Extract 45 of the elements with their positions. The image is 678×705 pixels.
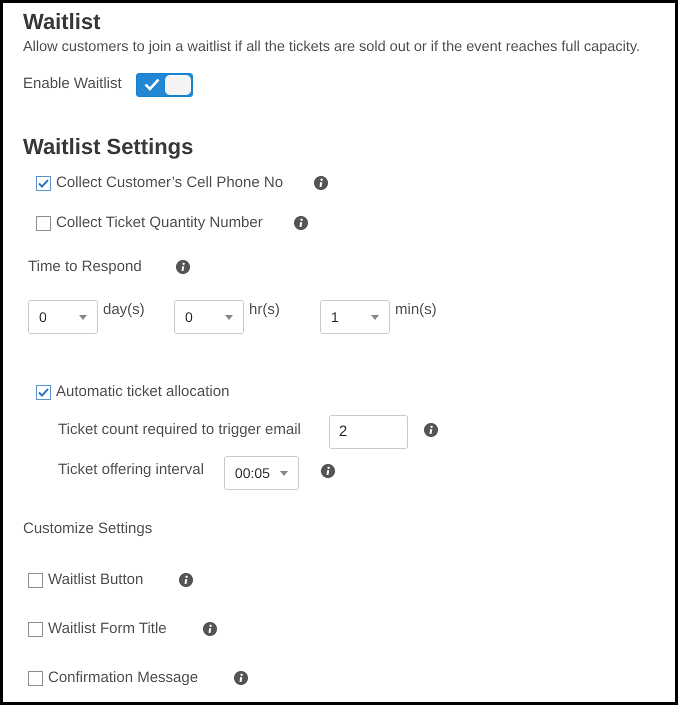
info-icon[interactable] <box>179 573 194 587</box>
check-icon <box>38 388 49 396</box>
section-title: Waitlist <box>23 10 100 34</box>
dropdown[interactable]: 00:05 <box>224 456 299 490</box>
checkbox-label: Confirmation Message <box>48 668 198 688</box>
field-label: Ticket offering interval <box>58 460 204 480</box>
caret-icon <box>280 470 288 476</box>
field-label: Ticket count required to trigger email <box>58 420 301 440</box>
caret-icon <box>79 314 87 320</box>
toggle-switch[interactable] <box>136 72 193 96</box>
dropdown[interactable]: 1 <box>320 300 390 334</box>
info-icon[interactable] <box>314 176 328 190</box>
checkbox[interactable] <box>28 622 43 636</box>
unit-label: hr(s) <box>249 301 280 319</box>
checkbox-label: Collect Customer’s Cell Phone No <box>56 172 284 193</box>
info-icon[interactable] <box>176 260 190 274</box>
dropdown[interactable]: 0 <box>28 300 98 334</box>
caret-icon <box>371 314 379 320</box>
info-icon[interactable] <box>202 622 217 636</box>
field-label: Time to Respond <box>28 256 142 277</box>
checkbox[interactable] <box>36 176 51 190</box>
toggle-knob <box>164 74 191 94</box>
info-icon[interactable] <box>234 671 248 685</box>
checkbox[interactable] <box>28 670 43 686</box>
info-icon[interactable] <box>294 216 308 230</box>
checkbox[interactable] <box>28 572 43 588</box>
checkbox[interactable] <box>36 216 51 230</box>
section-heading: Waitlist Settings <box>23 135 194 159</box>
unit-label: min(s) <box>395 301 437 319</box>
checkbox-label: Waitlist Button <box>48 570 144 590</box>
section-subheading: Customize Settings <box>23 519 152 539</box>
caret-icon <box>225 314 233 320</box>
check-icon <box>38 178 49 188</box>
info-icon[interactable] <box>424 423 438 437</box>
checkbox-label: Automatic ticket allocation <box>56 382 230 402</box>
dropdown[interactable]: 0 <box>174 300 244 334</box>
checkbox[interactable] <box>36 384 51 400</box>
toggle-label: Enable Waitlist <box>23 74 122 94</box>
info-icon[interactable] <box>320 464 335 478</box>
input-field[interactable]: 2 <box>328 415 408 449</box>
description: Allow customers to join a waitlist if all the tickets are sold out or if the event reaches full capacity. <box>23 38 640 56</box>
unit-label: day(s) <box>103 301 145 319</box>
checkbox-label: Waitlist Form Title <box>48 618 167 639</box>
checkbox-label: Collect Ticket Quantity Number <box>56 212 263 233</box>
check-icon <box>144 78 160 91</box>
